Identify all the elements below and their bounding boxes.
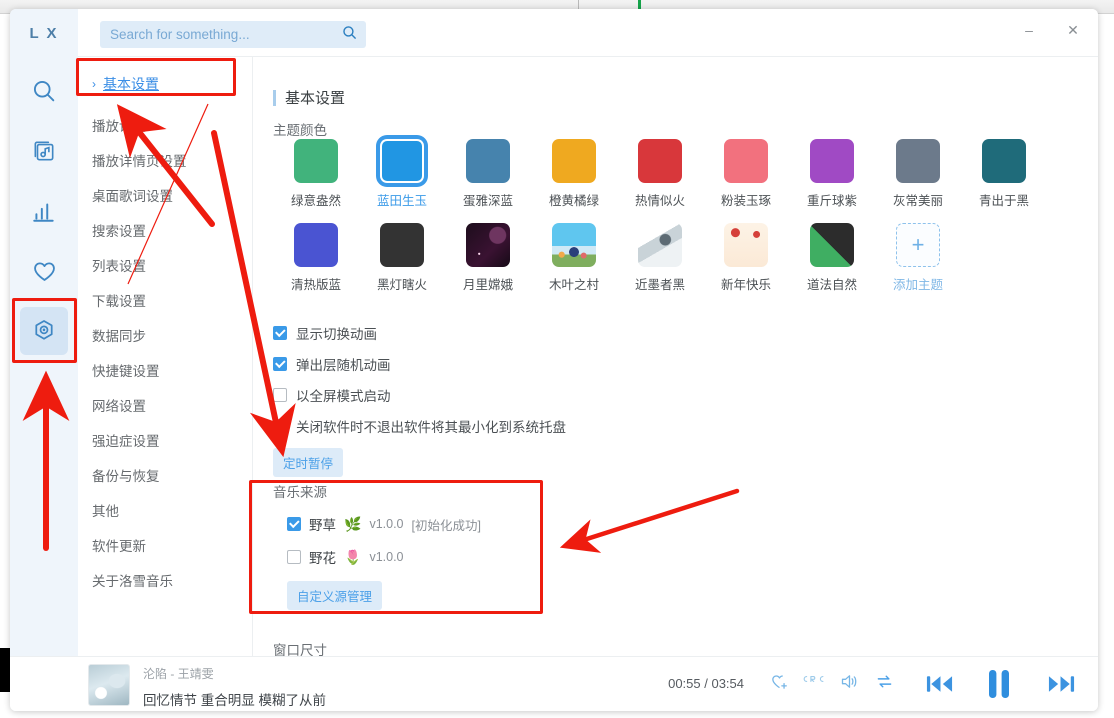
arrow-to-timer-button bbox=[214, 133, 281, 446]
annotation-arrows bbox=[0, 0, 1114, 718]
arrow-to-playback-settings bbox=[124, 113, 212, 224]
arrow-to-music-source bbox=[568, 491, 737, 545]
screenshot-root: L X bbox=[0, 0, 1114, 718]
